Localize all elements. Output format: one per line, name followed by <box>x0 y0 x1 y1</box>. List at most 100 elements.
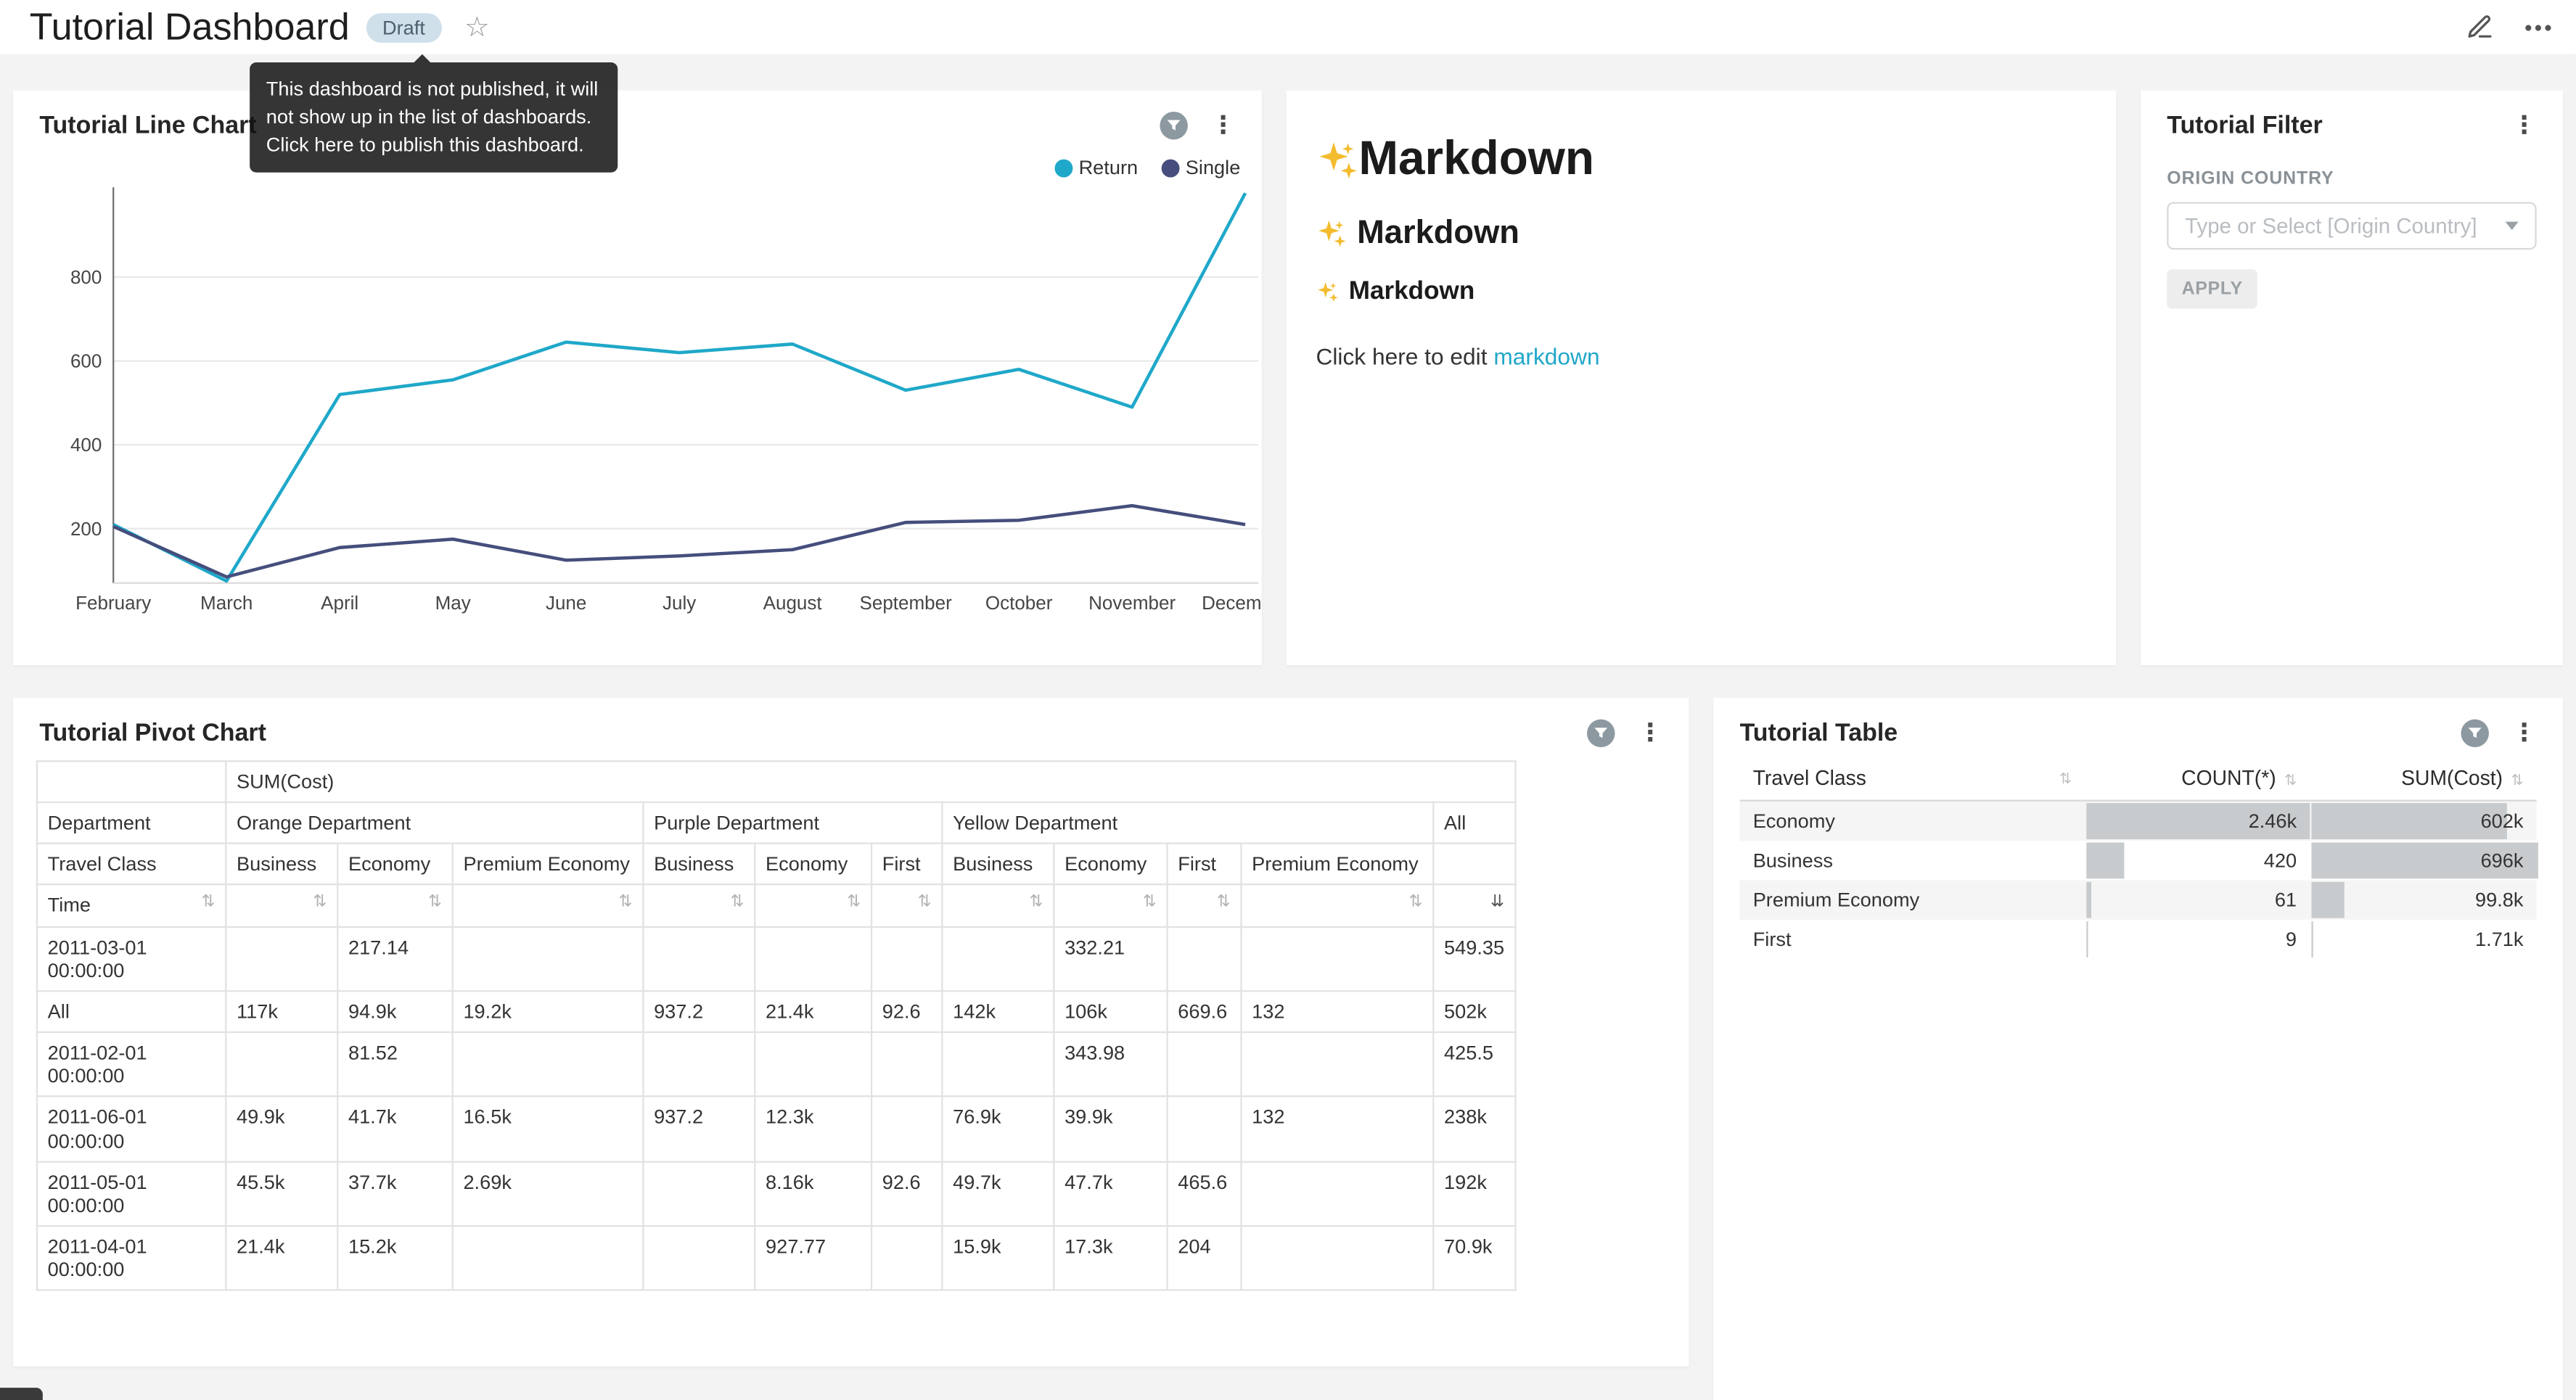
filter-indicator-icon[interactable] <box>1160 112 1187 139</box>
pivot-sort-col-6[interactable]: ⇅ <box>942 885 1054 926</box>
table-cell-sum: 99.8k <box>2310 879 2536 918</box>
pivot-row-label: 2011-05-01 00:00:00 <box>37 1161 226 1226</box>
filter-indicator-icon[interactable] <box>2461 720 2488 747</box>
filter-indicator-icon[interactable] <box>1587 720 1615 747</box>
pivot-table: SUM(Cost)DepartmentOrange DepartmentPurp… <box>36 760 1516 1291</box>
pivot-cell: 81.52 <box>337 1032 452 1097</box>
sort-icon[interactable]: ⇅ <box>1409 894 1423 914</box>
pivot-class-business: Business <box>226 844 337 885</box>
favorite-star-icon[interactable]: ☆ <box>464 13 490 41</box>
dashboard-page: Tutorial Dashboard Draft ☆ This dashboar… <box>0 0 2576 1400</box>
sort-icon[interactable]: ⇅ <box>313 894 327 914</box>
sort-icon[interactable]: ⇅ <box>202 894 216 914</box>
origin-country-select[interactable]: Type or Select [Origin Country] <box>2167 202 2536 250</box>
pivot-row-dimension[interactable]: Time⇅ <box>37 885 226 926</box>
table-row: First91.71k <box>1740 919 2537 958</box>
pivot-cell: 669.6 <box>1168 991 1242 1032</box>
pivot-cell: 192k <box>1433 1161 1515 1226</box>
markdown-h3: Markdown <box>1316 278 2086 308</box>
sort-icon[interactable]: ⇅ <box>1143 894 1157 914</box>
table-header-travel-class[interactable]: Travel Class⇅ <box>1740 757 2085 801</box>
legend-item-return[interactable]: Return <box>1054 156 1139 179</box>
sort-icon[interactable]: ⇅ <box>2511 772 2523 788</box>
table-cell-count: 2.46k <box>2085 801 2310 840</box>
filter-card-title: Tutorial Filter <box>2167 112 2322 139</box>
publish-status-tooltip[interactable]: This dashboard is not published, it will… <box>250 62 618 173</box>
table-header-sum[interactable]: SUM(Cost)⇅ <box>2310 757 2536 801</box>
pivot-cell <box>942 1032 1054 1097</box>
card-header: Tutorial Table ⋮ <box>1713 698 2562 747</box>
table-title: Tutorial Table <box>1740 720 1898 747</box>
pivot-sort-col-0[interactable]: ⇅ <box>226 885 337 926</box>
more-options-icon[interactable] <box>2524 22 2554 33</box>
pivot-cell: 37.7k <box>337 1161 452 1226</box>
pivot-cell: 21.4k <box>755 991 871 1032</box>
pivot-sort-col-5[interactable]: ⇅ <box>871 885 942 926</box>
pivot-row: 2011-06-01 00:00:0049.9k41.7k16.5k937.21… <box>37 1097 1515 1161</box>
svg-text:March: March <box>200 592 253 614</box>
sort-icon[interactable]: ⇅ <box>2059 770 2072 788</box>
table-header-row: Travel Class⇅COUNT(*)⇅SUM(Cost)⇅ <box>1740 757 2537 801</box>
apply-button[interactable]: APPLY <box>2167 269 2257 308</box>
table-cell-travel-class: Business <box>1740 840 2085 879</box>
pivot-chart-card: Tutorial Pivot Chart ⋮ SUM(Cost)Departme… <box>13 698 1689 1366</box>
sort-icon[interactable]: ⇅ <box>2284 772 2297 788</box>
pivot-sort-col-7[interactable]: ⇅ <box>1054 885 1167 926</box>
pivot-sort-col-4[interactable]: ⇅ <box>755 885 871 926</box>
card-header: Tutorial Line Chart ⋮ <box>13 91 1262 140</box>
legend-item-single[interactable]: Single <box>1161 156 1240 179</box>
pivot-cell: 70.9k <box>1433 1226 1515 1290</box>
sort-icon[interactable]: ⇅ <box>731 894 745 914</box>
kebab-menu-icon[interactable]: ⋮ <box>1635 721 1666 746</box>
chart-legend: Return Single <box>1054 156 1241 179</box>
pivot-cell: 15.9k <box>942 1226 1054 1290</box>
table-cell-sum: 696k <box>2310 840 2536 879</box>
svg-text:September: September <box>860 592 953 614</box>
pivot-cell: 45.5k <box>226 1161 337 1226</box>
pivot-cell: 343.98 <box>1054 1032 1167 1097</box>
pivot-cell <box>226 1032 337 1097</box>
pivot-cell: 21.4k <box>226 1226 337 1290</box>
pivot-sort-col-8[interactable]: ⇅ <box>1168 885 1242 926</box>
pivot-title: Tutorial Pivot Chart <box>39 720 266 747</box>
pivot-cell: 17.3k <box>1054 1226 1167 1290</box>
sort-icon[interactable]: ⇅ <box>619 894 633 914</box>
draft-badge[interactable]: Draft <box>366 12 441 42</box>
pivot-sort-col-1[interactable]: ⇅ <box>337 885 452 926</box>
sort-icon[interactable]: ⇅ <box>1217 894 1231 914</box>
kebab-menu-icon[interactable]: ⋮ <box>2509 721 2540 746</box>
sort-icon[interactable]: ⇅ <box>428 894 442 914</box>
sort-icon[interactable]: ⇅ <box>918 894 932 914</box>
svg-text:February: February <box>75 592 151 614</box>
table-header-count[interactable]: COUNT(*)⇅ <box>2085 757 2310 801</box>
pivot-sort-col-10[interactable]: ⇊ <box>1433 885 1515 926</box>
table-cell-sum: 1.71k <box>2310 919 2536 958</box>
pivot-row: All117k94.9k19.2k937.221.4k92.6142k106k6… <box>37 991 1515 1032</box>
sort-icon[interactable]: ⇅ <box>1030 894 1043 914</box>
svg-text:400: 400 <box>70 434 102 456</box>
pivot-sort-col-9[interactable]: ⇅ <box>1241 885 1433 926</box>
kebab-menu-icon[interactable]: ⋮ <box>1207 113 1239 138</box>
pivot-sort-row: Time⇅⇅⇅⇅⇅⇅⇅⇅⇅⇅⇅⇊ <box>37 885 1515 926</box>
pivot-class-first: First <box>1168 844 1242 885</box>
pivot-row: 2011-03-01 00:00:00217.14332.21549.35 <box>37 926 1515 991</box>
pivot-sort-col-3[interactable]: ⇅ <box>643 885 755 926</box>
table-cell-count: 420 <box>2085 840 2310 879</box>
kebab-menu-icon[interactable]: ⋮ <box>2509 113 2540 138</box>
sort-icon[interactable]: ⇅ <box>847 894 861 914</box>
pivot-corner-cell <box>37 761 226 802</box>
pivot-cell: 142k <box>942 991 1054 1032</box>
pivot-cell <box>453 1032 644 1097</box>
pivot-class-row: Travel ClassBusinessEconomyPremium Econo… <box>37 844 1515 885</box>
edit-dashboard-icon[interactable] <box>2466 13 2493 41</box>
markdown-edit-link[interactable]: markdown <box>1493 343 1599 369</box>
pivot-cell: 106k <box>1054 991 1167 1032</box>
pivot-cell: 39.9k <box>1054 1097 1167 1161</box>
chart-title: Tutorial Line Chart <box>39 112 256 139</box>
pivot-cell <box>453 1226 644 1290</box>
pivot-sort-col-2[interactable]: ⇅ <box>453 885 644 926</box>
pivot-cell: 502k <box>1433 991 1515 1032</box>
header-actions <box>2466 13 2553 41</box>
pivot-row-label: 2011-02-01 00:00:00 <box>37 1032 226 1097</box>
sort-desc-icon[interactable]: ⇊ <box>1490 894 1504 914</box>
